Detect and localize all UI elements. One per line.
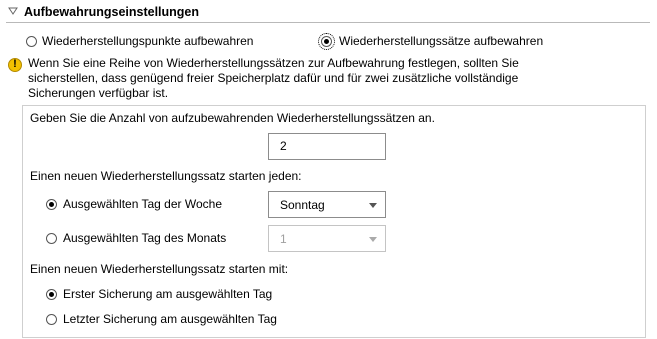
section-header[interactable]: Aufbewahrungseinstellungen: [0, 0, 650, 24]
start-every-label: Einen neuen Wiederherstellungssatz start…: [30, 169, 302, 183]
section-title: Aufbewahrungseinstellungen: [24, 5, 200, 19]
radio-keep-restore-sets[interactable]: [318, 33, 335, 50]
radio-keep-restore-points-label[interactable]: Wiederherstellungspunkte aufbewahren: [42, 34, 253, 48]
radio-first-backup[interactable]: [46, 289, 57, 300]
count-label: Geben Sie die Anzahl von aufzubewahrende…: [30, 111, 435, 125]
weekday-select[interactable]: Sonntag: [268, 191, 386, 218]
weekday-select-value: Sonntag: [280, 198, 325, 212]
warning-icon: !: [8, 58, 22, 72]
section-divider: [6, 22, 650, 23]
warning-text: Wenn Sie eine Reihe von Wiederherstellun…: [28, 56, 519, 100]
radio-keep-restore-points[interactable]: [26, 36, 37, 47]
dropdown-arrow-icon: [369, 237, 377, 242]
monthday-select[interactable]: 1: [268, 225, 386, 252]
radio-keep-restore-sets-label[interactable]: Wiederherstellungssätze aufbewahren: [339, 34, 543, 48]
chevron-down-icon[interactable]: [8, 6, 18, 16]
dropdown-arrow-icon: [369, 203, 377, 208]
start-with-label: Einen neuen Wiederherstellungssatz start…: [30, 262, 289, 276]
radio-weekday-label[interactable]: Ausgewählten Tag der Woche: [63, 197, 222, 211]
monthday-select-value: 1: [280, 232, 287, 246]
radio-weekday[interactable]: [46, 199, 57, 210]
radio-monthday[interactable]: [46, 233, 57, 244]
radio-last-backup[interactable]: [46, 314, 57, 325]
radio-last-backup-label[interactable]: Letzter Sicherung am ausgewählten Tag: [63, 312, 277, 326]
radio-monthday-label[interactable]: Ausgewählten Tag des Monats: [63, 231, 226, 245]
restore-set-count-input[interactable]: 2: [268, 133, 386, 160]
radio-first-backup-label[interactable]: Erster Sicherung am ausgewählten Tag: [63, 287, 272, 301]
